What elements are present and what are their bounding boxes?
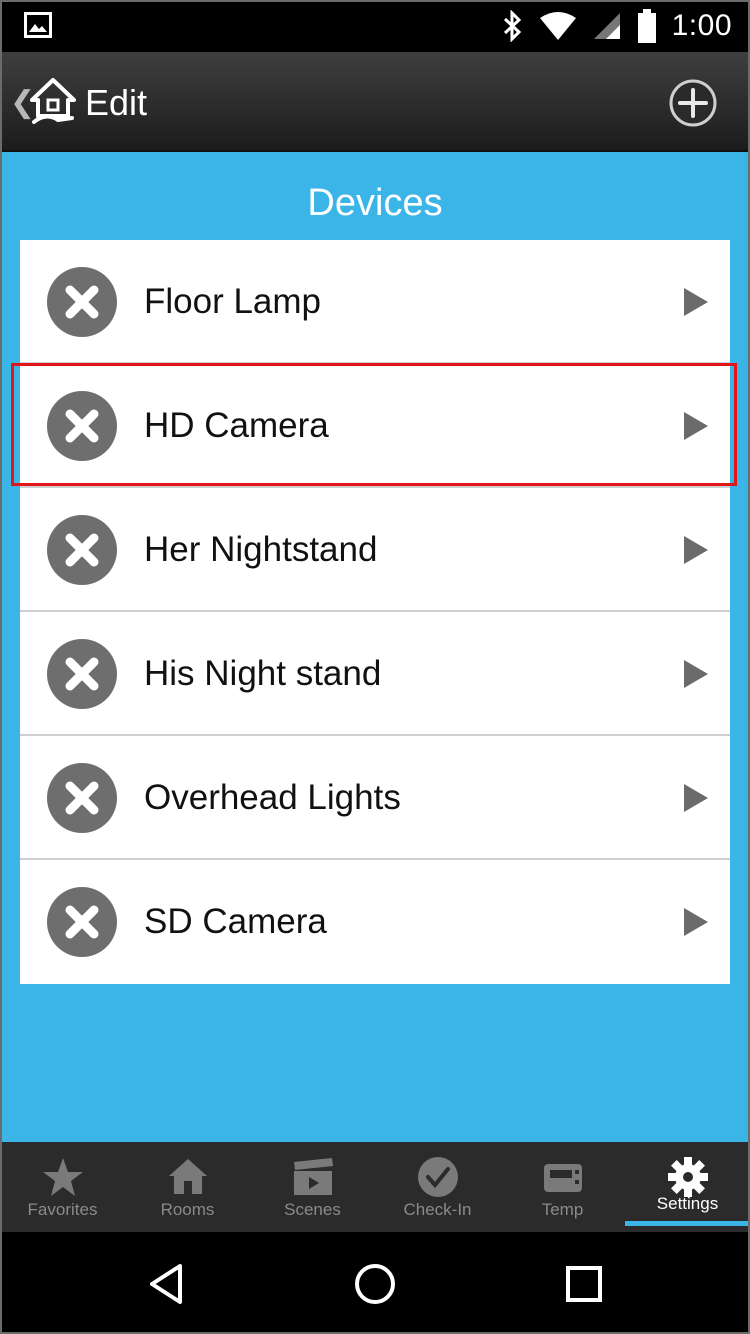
thermostat-icon	[544, 1164, 582, 1192]
tab-rooms[interactable]: Rooms	[125, 1142, 250, 1232]
device-name: His Night stand	[144, 654, 382, 693]
cell-signal-icon	[593, 13, 620, 39]
device-row[interactable]: Overhead Lights	[20, 736, 730, 860]
device-name: Overhead Lights	[144, 778, 401, 817]
check-icon	[418, 1157, 458, 1197]
device-name: Her Nightstand	[144, 530, 378, 569]
tab-label: Settings	[656, 1194, 719, 1213]
clapperboard-icon	[294, 1158, 333, 1195]
device-name: SD Camera	[144, 902, 327, 941]
star-icon	[43, 1158, 83, 1196]
tab-label: Check-In	[403, 1200, 472, 1219]
system-nav-bar	[0, 1232, 750, 1334]
gallery-notification-icon	[24, 12, 52, 38]
home-icon[interactable]	[28, 76, 78, 126]
delete-icon[interactable]	[46, 390, 118, 462]
device-list: Floor Lamp HD Camera Her Nightstand His …	[20, 240, 730, 984]
battery-icon	[637, 9, 656, 43]
device-row[interactable]: His Night stand	[20, 612, 730, 736]
action-bar: ❮ Edit	[0, 52, 750, 152]
active-tab-indicator	[625, 1221, 750, 1226]
tab-bar: Favorites Rooms Scenes Check-In Temp Set…	[0, 1142, 750, 1232]
tab-settings[interactable]: Settings	[625, 1142, 750, 1232]
back-triangle-icon[interactable]	[142, 1260, 190, 1308]
bluetooth-icon	[503, 10, 521, 42]
add-circle-button[interactable]	[668, 78, 718, 128]
device-row[interactable]: HD Camera	[20, 364, 730, 488]
chevron-right-icon[interactable]	[682, 534, 710, 566]
house-icon	[169, 1159, 207, 1194]
tab-temp[interactable]: Temp	[500, 1142, 625, 1232]
device-row[interactable]: SD Camera	[20, 860, 730, 984]
tab-label: Favorites	[27, 1200, 98, 1219]
device-row[interactable]: Her Nightstand	[20, 488, 730, 612]
device-name: Floor Lamp	[144, 282, 322, 321]
delete-icon[interactable]	[46, 886, 118, 958]
recents-square-icon[interactable]	[560, 1260, 608, 1308]
tab-label: Temp	[541, 1200, 584, 1219]
delete-icon[interactable]	[46, 762, 118, 834]
delete-icon[interactable]	[46, 514, 118, 586]
status-clock: 1:00	[671, 9, 732, 42]
page-title: Edit	[85, 82, 148, 123]
chevron-right-icon[interactable]	[682, 286, 710, 318]
status-bar: 1:00	[0, 0, 750, 52]
wifi-icon	[539, 12, 576, 40]
tab-label: Scenes	[284, 1200, 341, 1219]
tab-favorites[interactable]: Favorites	[0, 1142, 125, 1232]
tab-scenes[interactable]: Scenes	[250, 1142, 375, 1232]
delete-icon[interactable]	[46, 638, 118, 710]
chevron-right-icon[interactable]	[682, 658, 710, 690]
home-circle-icon[interactable]	[351, 1260, 399, 1308]
content-area: Devices Floor Lamp HD Camera Her Nightst…	[0, 152, 750, 1142]
chevron-right-icon[interactable]	[682, 906, 710, 938]
section-title: Devices	[307, 182, 443, 224]
chevron-right-icon[interactable]	[682, 782, 710, 814]
tab-label: Rooms	[160, 1200, 215, 1219]
delete-icon[interactable]	[46, 266, 118, 338]
device-row[interactable]: Floor Lamp	[20, 240, 730, 364]
gear-icon	[668, 1157, 708, 1197]
chevron-right-icon[interactable]	[682, 410, 710, 442]
tab-check-in[interactable]: Check-In	[375, 1142, 500, 1232]
device-name: HD Camera	[144, 406, 329, 445]
